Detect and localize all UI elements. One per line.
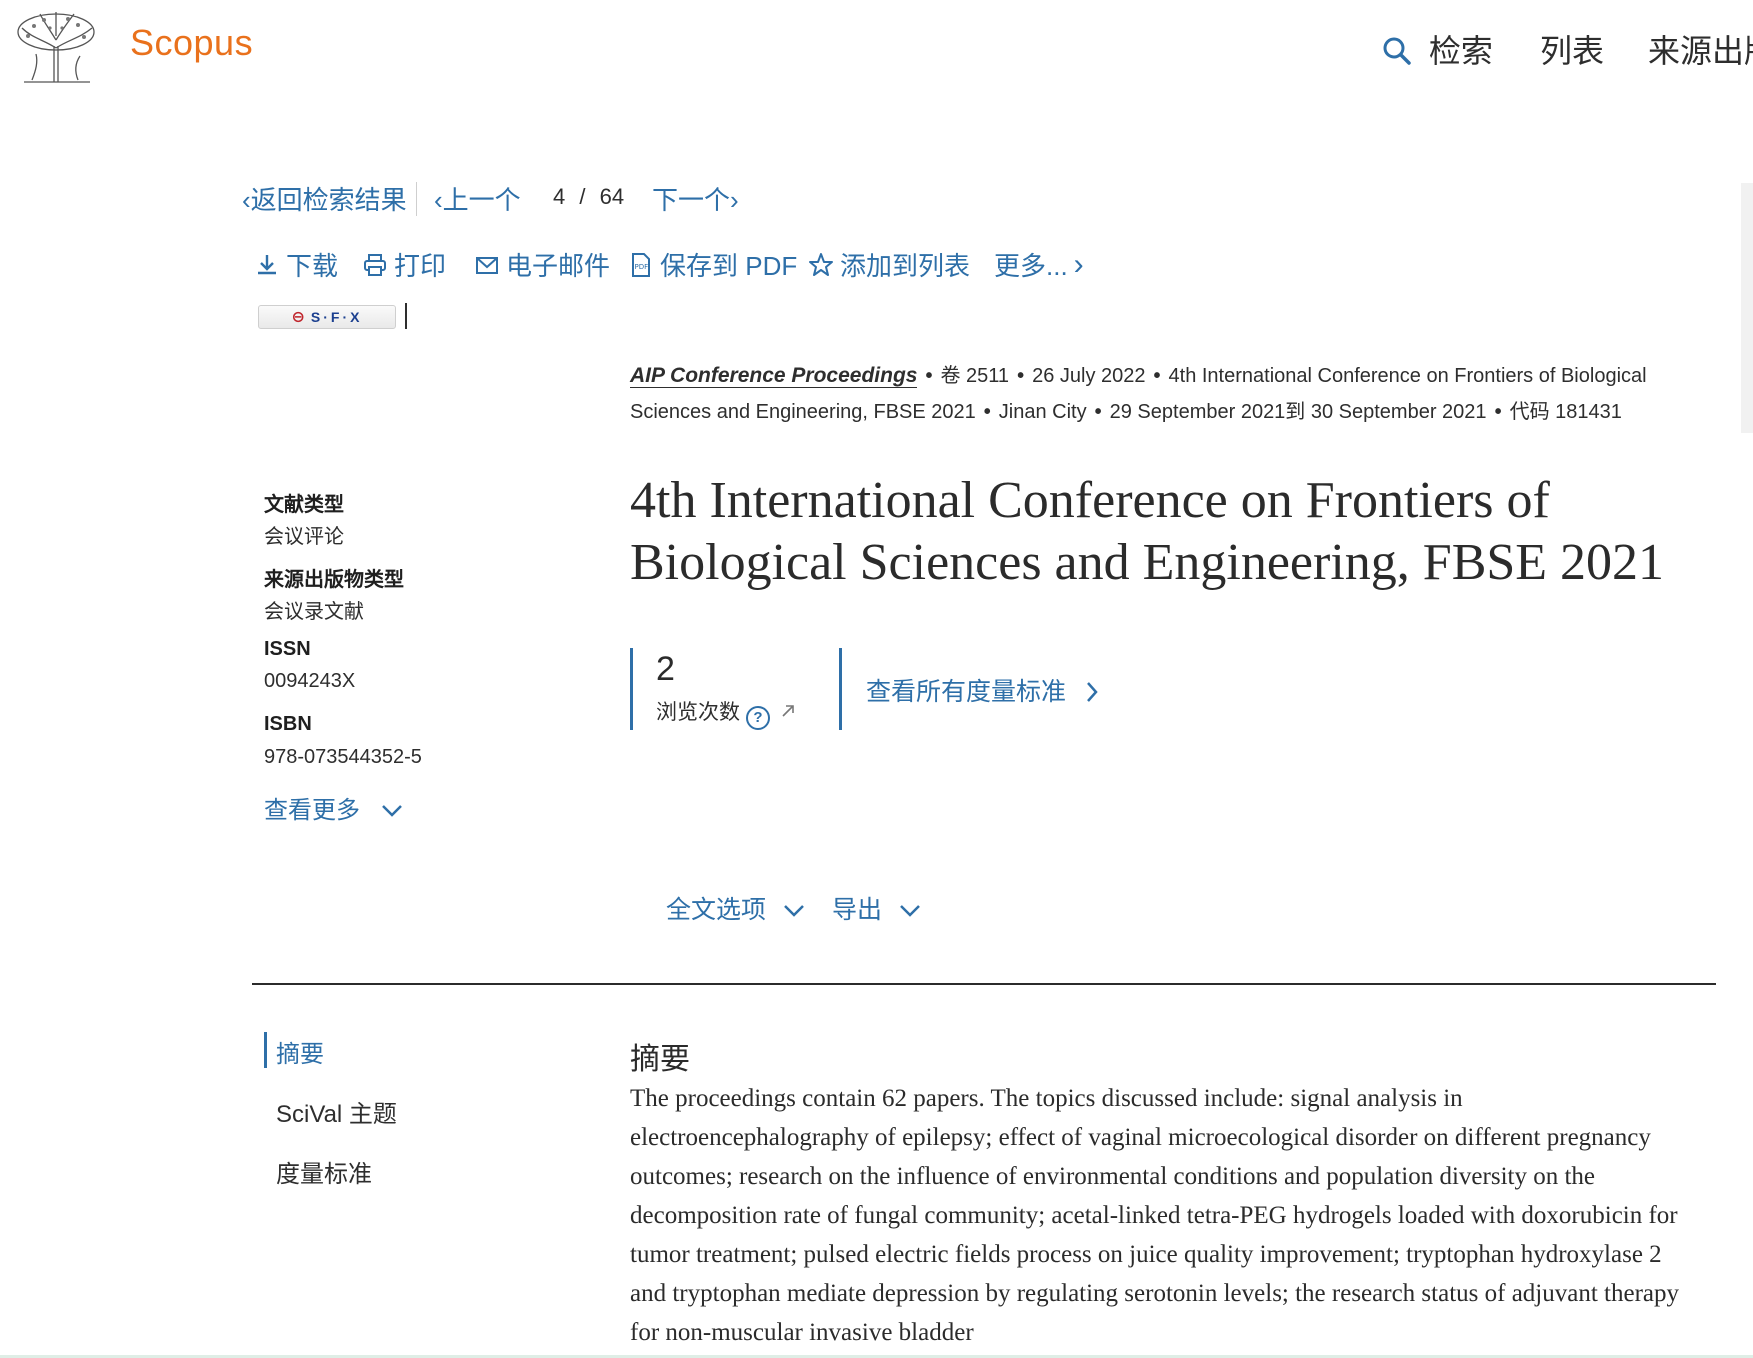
nav-search[interactable]: 检索 bbox=[1382, 26, 1493, 72]
chevron-left-icon: ‹ bbox=[434, 185, 443, 215]
full-text-options-button[interactable]: 全文选项 bbox=[666, 890, 805, 926]
text-cursor bbox=[405, 303, 407, 329]
toc-abstract[interactable]: 摘要 bbox=[276, 1034, 324, 1069]
view-all-metrics-link[interactable]: 查看所有度量标准 bbox=[866, 672, 1099, 708]
print-label: 打印 bbox=[394, 251, 447, 281]
conference-code: 代码 181431 bbox=[1509, 401, 1622, 423]
source-type-value: 会议录文献 bbox=[264, 601, 364, 623]
email-label: 电子邮件 bbox=[506, 251, 611, 281]
abstract-text: The proceedings contain 62 papers. The t… bbox=[630, 1085, 1679, 1346]
download-button[interactable]: 下载 bbox=[254, 246, 338, 283]
print-button[interactable]: 打印 bbox=[362, 246, 446, 283]
abstract-heading: 摘要 bbox=[630, 1043, 690, 1076]
scopus-brand[interactable]: Scopus bbox=[130, 22, 253, 64]
sfx-link-button[interactable]: ⊖ S·F·X bbox=[258, 305, 396, 329]
journal-link[interactable]: AIP Conference Proceedings bbox=[630, 364, 918, 388]
download-label: 下载 bbox=[286, 251, 339, 281]
isbn-label: ISBN bbox=[264, 713, 312, 735]
add-to-list-label: 添加到列表 bbox=[840, 251, 971, 281]
external-link-icon[interactable] bbox=[780, 703, 796, 719]
position-separator: / bbox=[579, 184, 586, 209]
position-total: 64 bbox=[599, 184, 625, 209]
more-button[interactable]: 更多... › bbox=[994, 246, 1084, 283]
star-icon bbox=[809, 252, 833, 276]
toc-scival-topics[interactable]: SciVal 主题 bbox=[276, 1094, 397, 1129]
download-icon bbox=[258, 254, 276, 274]
isbn-value: 978-073544352-5 bbox=[264, 746, 422, 768]
printer-icon bbox=[364, 253, 386, 276]
section-divider bbox=[252, 983, 1716, 985]
next-label: 下一个 bbox=[652, 185, 731, 215]
chevron-right-icon: › bbox=[1073, 247, 1084, 281]
see-more-button[interactable]: 查看更多 bbox=[264, 790, 403, 825]
pdf-icon: PDF bbox=[632, 252, 650, 277]
save-pdf-button[interactable]: PDF 保存到 PDF bbox=[628, 246, 797, 283]
volume: 卷 2511 bbox=[940, 365, 1010, 387]
document-type-value: 会议评论 bbox=[264, 526, 344, 548]
export-button[interactable]: 导出 bbox=[832, 890, 921, 926]
chevron-down-icon bbox=[784, 905, 804, 917]
envelope-icon bbox=[476, 256, 498, 274]
document-type-label: 文献类型 bbox=[264, 494, 344, 516]
more-label: 更多... bbox=[994, 251, 1068, 281]
scrollbar[interactable] bbox=[1741, 183, 1753, 433]
chevron-down-icon bbox=[381, 805, 402, 817]
source-info: AIP Conference Proceedings • 卷 2511 • 26 Jul… bbox=[630, 364, 1647, 423]
view-all-metrics-label: 查看所有度量标准 bbox=[866, 678, 1067, 706]
back-label: 返回检索结果 bbox=[250, 185, 407, 215]
publication-date: 26 July 2022 bbox=[1032, 365, 1146, 387]
nav-divider bbox=[416, 182, 417, 216]
conference-city: Jinan City bbox=[998, 401, 1087, 423]
chevron-left-icon: ‹ bbox=[242, 185, 251, 215]
nav-search-label: 检索 bbox=[1428, 33, 1493, 69]
views-metric: 浏览次数? bbox=[656, 696, 796, 730]
search-icon bbox=[1382, 33, 1421, 69]
conference-dates: 29 September 2021到 30 September 2021 bbox=[1109, 401, 1487, 423]
save-pdf-label: 保存到 PDF bbox=[660, 251, 798, 281]
source-type-label: 来源出版物类型 bbox=[264, 569, 404, 591]
see-more-label: 查看更多 bbox=[264, 797, 360, 824]
chevron-down-icon bbox=[900, 905, 920, 917]
elsevier-logo[interactable] bbox=[14, 10, 100, 86]
export-label: 导出 bbox=[832, 896, 883, 924]
nav-sources[interactable]: 来源出版 bbox=[1648, 26, 1753, 72]
next-link[interactable]: 下一个› bbox=[652, 180, 739, 217]
document-title: 4th International Conference on Frontier… bbox=[630, 472, 1665, 591]
full-text-options-label: 全文选项 bbox=[666, 896, 767, 924]
sfx-logo-icon: ⊖ bbox=[291, 309, 305, 326]
metric-divider bbox=[630, 648, 633, 730]
chevron-right-icon: › bbox=[730, 185, 739, 215]
issn-label: ISSN bbox=[264, 638, 311, 660]
sfx-label: S·F·X bbox=[310, 309, 363, 325]
add-to-list-button[interactable]: 添加到列表 bbox=[808, 246, 970, 283]
result-position: 4 / 64 bbox=[553, 184, 624, 210]
toc-metrics[interactable]: 度量标准 bbox=[276, 1154, 372, 1189]
nav-lists[interactable]: 列表 bbox=[1540, 26, 1604, 72]
svg-text:PDF: PDF bbox=[635, 263, 649, 271]
previous-label: 上一个 bbox=[442, 185, 521, 215]
views-label: 浏览次数 bbox=[656, 701, 740, 724]
toc-active-indicator bbox=[264, 1032, 267, 1068]
back-to-results-link[interactable]: ‹返回检索结果 bbox=[242, 180, 407, 217]
issn-value: 0094243X bbox=[264, 670, 356, 692]
help-icon[interactable]: ? bbox=[746, 706, 770, 730]
email-button[interactable]: 电子邮件 bbox=[474, 246, 610, 283]
metric-divider bbox=[839, 648, 842, 730]
views-count: 2 bbox=[656, 650, 675, 688]
chevron-right-icon bbox=[1087, 682, 1098, 702]
position-current: 4 bbox=[553, 184, 566, 209]
previous-link[interactable]: ‹上一个 bbox=[434, 180, 521, 217]
